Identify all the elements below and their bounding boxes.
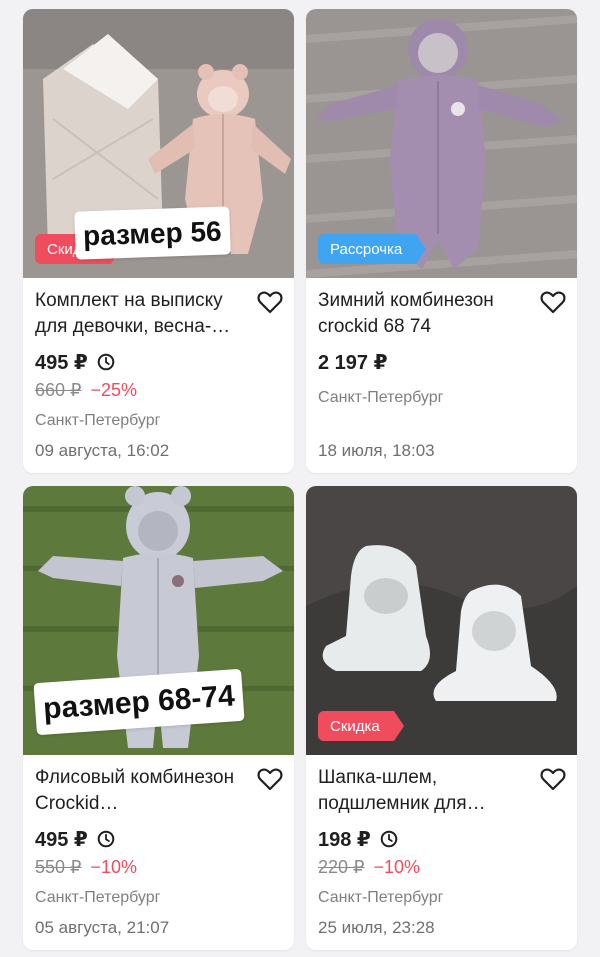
price-row: 495 ₽ — [35, 826, 282, 852]
listing-photo[interactable]: Рассрочка — [306, 9, 577, 278]
listing-card[interactable]: Рассрочка Зимний комбинезон crockid 68 7… — [306, 9, 577, 473]
price-row: 2 197 ₽ — [318, 349, 565, 375]
listing-title[interactable]: Зимний комбинезон crockid 68 74 — [318, 288, 536, 340]
listing-photo[interactable]: Скидка размер 56 — [23, 9, 294, 278]
discount-percent: −25% — [90, 380, 138, 400]
price-row: 198 ₽ — [318, 826, 565, 852]
listing-info: Комплект на выписку для девочки, весна-…… — [23, 278, 294, 434]
price-row: 495 ₽ — [35, 349, 282, 375]
old-price: 220 ₽ — [318, 857, 365, 877]
old-price: 660 ₽ — [35, 380, 82, 400]
discount-percent: −10% — [90, 857, 138, 877]
listing-date: 05 августа, 21:07 — [35, 918, 170, 937]
listing-title[interactable]: Комплект на выписку для девочки, весна-… — [35, 288, 253, 340]
heart-icon[interactable] — [256, 766, 284, 792]
clock-icon — [97, 830, 115, 848]
listing-info: Зимний комбинезон crockid 68 74 2 197 ₽ … — [306, 278, 577, 411]
listing-city: Санкт-Петербург — [35, 889, 161, 906]
listing-date: 18 июля, 18:03 — [318, 441, 435, 460]
listing-photo[interactable]: Скидка — [306, 486, 577, 755]
listing-grid: Скидка размер 56 Комплект на выписку для… — [0, 0, 600, 957]
old-price-row: 660 ₽ −25% — [35, 380, 282, 404]
listing-card[interactable]: Скидка Шапка-шлем, подшлемник для… 198 ₽… — [306, 486, 577, 950]
old-price-row: 550 ₽ −10% — [35, 857, 282, 881]
installment-badge: Рассрочка — [318, 234, 427, 264]
listing-date: 09 августа, 16:02 — [35, 441, 170, 460]
listing-card[interactable]: размер 68-74 Флисовый комбинезон Crockid… — [23, 486, 294, 950]
listing-price: 198 ₽ — [318, 828, 371, 851]
listing-photo[interactable]: размер 68-74 — [23, 486, 294, 755]
clock-icon — [380, 830, 398, 848]
old-price: 550 ₽ — [35, 857, 82, 877]
listing-city: Санкт-Петербург — [318, 889, 444, 906]
heart-icon[interactable] — [539, 766, 567, 792]
heart-icon[interactable] — [256, 289, 284, 315]
listing-info: Шапка-шлем, подшлемник для… 198 ₽ 220 ₽ … — [306, 755, 577, 911]
listing-city: Санкт-Петербург — [35, 412, 161, 429]
discount-badge: Скидка — [318, 711, 404, 741]
listing-title[interactable]: Флисовый комбинезон Crockid… — [35, 765, 253, 817]
listing-card[interactable]: Скидка размер 56 Комплект на выписку для… — [23, 9, 294, 473]
listing-info: Флисовый комбинезон Crockid… 495 ₽ 550 ₽… — [23, 755, 294, 911]
clock-icon — [97, 353, 115, 371]
listing-price: 495 ₽ — [35, 351, 88, 374]
size-sticker: размер 56 — [74, 206, 231, 260]
old-price-row: 220 ₽ −10% — [318, 857, 565, 881]
listing-price: 495 ₽ — [35, 828, 88, 851]
listing-title[interactable]: Шапка-шлем, подшлемник для… — [318, 765, 536, 817]
discount-percent: −10% — [373, 857, 421, 877]
heart-icon[interactable] — [539, 289, 567, 315]
listing-date: 25 июля, 23:28 — [318, 918, 435, 937]
listing-price: 2 197 ₽ — [318, 351, 388, 374]
listing-city: Санкт-Петербург — [318, 389, 444, 406]
